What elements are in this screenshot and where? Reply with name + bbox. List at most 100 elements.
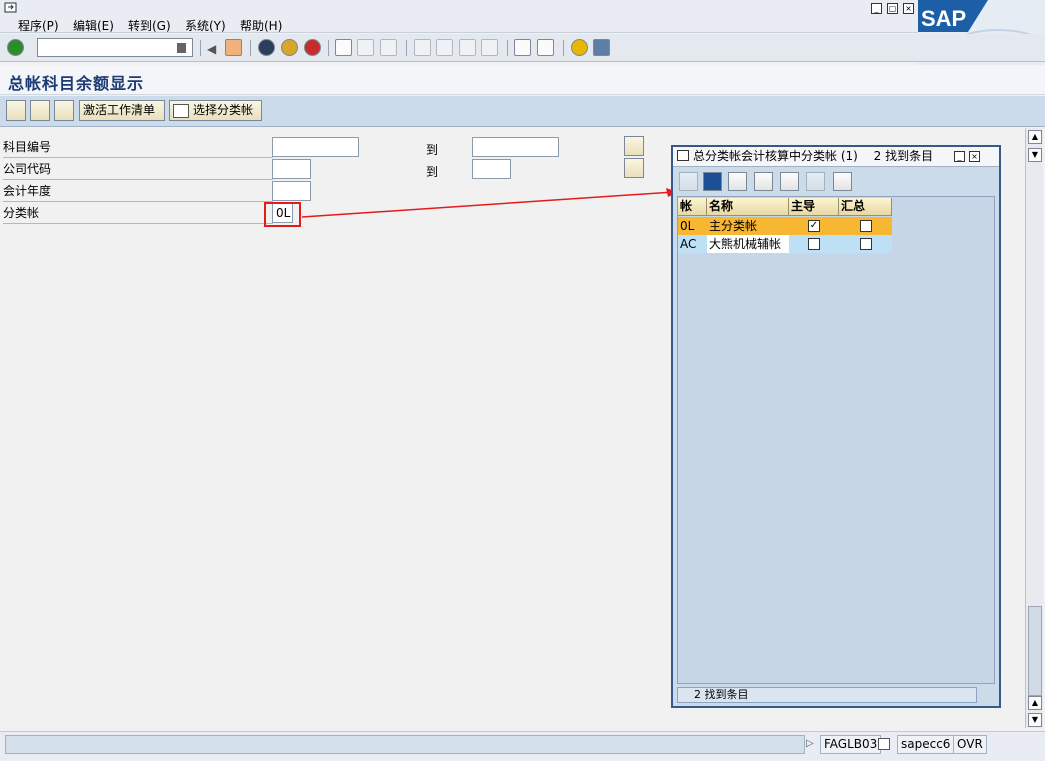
find-next-icon[interactable] <box>754 172 773 191</box>
previous-page-icon <box>436 39 453 56</box>
exit-icon[interactable] <box>281 39 298 56</box>
help-icon[interactable] <box>571 39 588 56</box>
company-code-to-input[interactable] <box>472 159 511 179</box>
insert-mode: OVR <box>953 735 987 754</box>
enter-icon[interactable] <box>7 39 24 56</box>
scrollbar-thumb[interactable] <box>1028 606 1042 696</box>
scroll-top-icon[interactable]: ▲ <box>1028 130 1042 144</box>
print-icon[interactable] <box>833 172 852 191</box>
multiple-selection-icon[interactable] <box>624 158 644 178</box>
get-variant-icon[interactable] <box>30 100 50 121</box>
dialog-menu-icon[interactable] <box>677 150 689 161</box>
summary-checkbox[interactable] <box>860 238 872 250</box>
leading-checkbox[interactable] <box>808 238 820 250</box>
company-code-label: 公司代码 <box>3 160 273 180</box>
company-code-to-label: 到 <box>426 165 439 179</box>
menu-system[interactable]: 系统(Y) <box>185 17 226 34</box>
toolbar-separator <box>250 40 251 56</box>
close-window-icon[interactable]: × <box>903 3 914 14</box>
status-bar: ▷ FAGLB03 sapecc6 OVR <box>0 731 1045 761</box>
status-expand-icon[interactable]: ▷ <box>806 738 814 749</box>
choose-ledger-button[interactable]: 选择分类帐 <box>169 100 262 121</box>
dialog-found-count: 2 找到条目 <box>873 149 934 163</box>
leading-checkbox[interactable]: ✓ <box>808 220 820 232</box>
scroll-bottom-icon[interactable]: ▼ <box>1028 713 1042 727</box>
activate-worklist-button[interactable]: 激活工作清单 <box>79 100 165 121</box>
gl-account-label: 科目编号 <box>3 138 273 158</box>
scroll-down-icon[interactable]: ▼ <box>1028 148 1042 162</box>
find-icon[interactable] <box>728 172 747 191</box>
vertical-scrollbar[interactable]: ▲ ▼ ▲ ▼ <box>1025 128 1043 728</box>
standard-toolbar: ◀ <box>0 34 1045 62</box>
menu-goto[interactable]: 转到(G) <box>128 17 171 34</box>
next-page-icon <box>459 39 476 56</box>
execute-icon[interactable] <box>6 100 26 121</box>
ledger-name: 大熊机械辅帐 <box>707 235 789 253</box>
filter-icon[interactable] <box>780 172 799 191</box>
dialog-toolbar <box>673 169 999 195</box>
toolbar-separator <box>507 40 508 56</box>
page-title: 总帐科目余额显示 <box>8 74 145 93</box>
transaction-code: FAGLB03 <box>820 735 882 754</box>
dialog-title: 总分类帐会计核算中分类帐 (1) <box>693 149 858 163</box>
cancel-icon[interactable] <box>304 39 321 56</box>
menu-program[interactable]: 程序(P) <box>18 17 59 34</box>
ledger-label: 分类帐 <box>3 204 273 224</box>
title-bar: 总帐科目余额显示 <box>0 65 1045 95</box>
ledger-selection-dialog: 总分类帐会计核算中分类帐 (1) 2 找到条目 _ × 帐 名称 主导 汇总 0… <box>671 145 1001 708</box>
shortcut-icon[interactable] <box>537 39 554 56</box>
toolbar-separator <box>200 40 201 56</box>
ledger-highlight-box <box>264 202 301 227</box>
table-row[interactable]: AC 大熊机械辅帐 <box>678 235 892 253</box>
menu-edit[interactable]: 编辑(E) <box>73 17 114 34</box>
command-history-icon[interactable] <box>177 43 186 53</box>
system-info-icon[interactable] <box>878 738 890 750</box>
find-icon <box>357 39 374 56</box>
app-menu-icon[interactable] <box>4 2 18 14</box>
ledger-code: AC <box>680 237 697 251</box>
help-icon <box>806 172 825 191</box>
back-icon[interactable] <box>258 39 275 56</box>
command-field[interactable] <box>37 38 193 57</box>
dialog-title-bar: 总分类帐会计核算中分类帐 (1) 2 找到条目 _ × <box>673 147 999 167</box>
save-icon[interactable] <box>225 39 242 56</box>
table-row[interactable]: 0L 主分类帐 ✓ <box>678 217 892 235</box>
first-page-icon <box>414 39 431 56</box>
dialog-close-icon[interactable]: × <box>969 151 980 162</box>
layout-menu-icon[interactable] <box>593 39 610 56</box>
multiple-selection-icon[interactable] <box>624 136 644 156</box>
scroll-up-icon[interactable]: ▲ <box>1028 696 1042 710</box>
choose-ledger-label: 选择分类帐 <box>193 103 254 117</box>
column-header-summary[interactable]: 汇总 <box>839 198 892 216</box>
toolbar-separator <box>563 40 564 56</box>
create-session-icon[interactable] <box>514 39 531 56</box>
menu-bar: 程序(P) 编辑(E) 转到(G) 系统(Y) 帮助(H) _ ▢ × <box>0 0 1045 33</box>
column-header-name[interactable]: 名称 <box>707 198 789 216</box>
ledger-list: 帐 名称 主导 汇总 0L 主分类帐 ✓ AC 大熊机械辅帐 <box>677 196 995 684</box>
status-message-area <box>5 735 805 754</box>
application-toolbar: 激活工作清单 选择分类帐 <box>0 96 1045 127</box>
toolbar-separator <box>406 40 407 56</box>
system-name: sapecc6 <box>897 735 955 754</box>
fiscal-year-label: 会计年度 <box>3 182 273 202</box>
selection-options-icon[interactable] <box>54 100 74 121</box>
print-icon[interactable] <box>335 39 352 56</box>
gl-account-to-input[interactable] <box>472 137 559 157</box>
maximize-icon[interactable]: ▢ <box>887 3 898 14</box>
minimize-icon[interactable]: _ <box>871 3 882 14</box>
collapse-icon[interactable]: ◀ <box>207 42 216 56</box>
gl-account-from-input[interactable] <box>272 137 359 157</box>
cancel-icon[interactable] <box>703 172 722 191</box>
column-header-code[interactable]: 帐 <box>678 198 707 216</box>
activate-worklist-label: 激活工作清单 <box>83 103 156 117</box>
menu-help[interactable]: 帮助(H) <box>240 17 282 34</box>
summary-checkbox[interactable] <box>860 220 872 232</box>
sap-logo-text: SAP <box>921 6 966 31</box>
dialog-status-bar: 2 找到条目 <box>677 687 977 703</box>
dialog-minimize-icon[interactable]: _ <box>954 151 965 162</box>
ledger-name: 主分类帐 <box>709 219 758 233</box>
column-header-leading[interactable]: 主导 <box>789 198 839 216</box>
last-page-icon <box>481 39 498 56</box>
company-code-from-input[interactable] <box>272 159 311 179</box>
annotation-arrow <box>301 188 678 218</box>
